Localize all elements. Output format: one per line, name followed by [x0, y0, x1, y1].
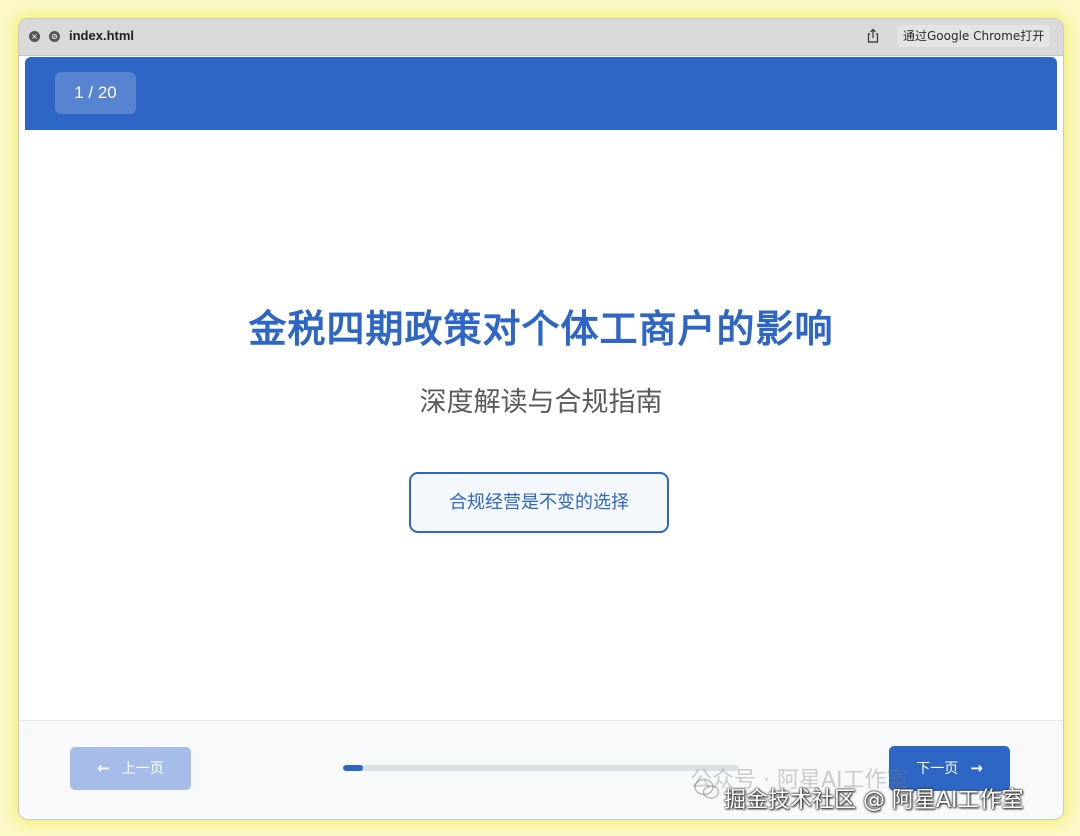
browser-window: × ⊘ index.html 通过Google Chrome打开 1 / 20 … — [18, 18, 1064, 820]
slide-subtitle: 深度解读与合规指南 — [419, 387, 663, 418]
progress-fill — [343, 765, 363, 771]
slide-title: 金税四期政策对个体工商户的影响 — [248, 307, 834, 351]
open-in-chrome-button[interactable]: 通过Google Chrome打开 — [897, 25, 1051, 47]
slide-tag: 合规经营是不变的选择 — [409, 472, 669, 533]
arrow-left-icon: ← — [97, 759, 110, 777]
presentation-header: 1 / 20 — [25, 57, 1057, 130]
share-icon[interactable] — [865, 28, 881, 44]
prev-page-label: 上一页 — [121, 761, 164, 777]
page-counter: 1 / 20 — [55, 72, 136, 114]
progress-bar — [343, 765, 739, 771]
watermark-main-text: 掘金技术社区 @ 阿星AI工作室 — [724, 788, 1024, 813]
prev-page-button[interactable]: ← 上一页 — [70, 747, 191, 790]
wechat-icon — [694, 778, 720, 799]
stop-icon[interactable]: ⊘ — [49, 31, 60, 42]
slide-content: 金税四期政策对个体工商户的影响 深度解读与合规指南 合规经营是不变的选择 — [25, 130, 1057, 720]
window-title: index.html — [69, 28, 135, 43]
close-icon[interactable]: × — [29, 31, 40, 42]
watermark: 公众号 · 阿星AI工作室 掘金技术社区 @ 阿星AI工作室 — [690, 762, 1070, 822]
title-bar: × ⊘ index.html 通过Google Chrome打开 — [19, 19, 1063, 56]
